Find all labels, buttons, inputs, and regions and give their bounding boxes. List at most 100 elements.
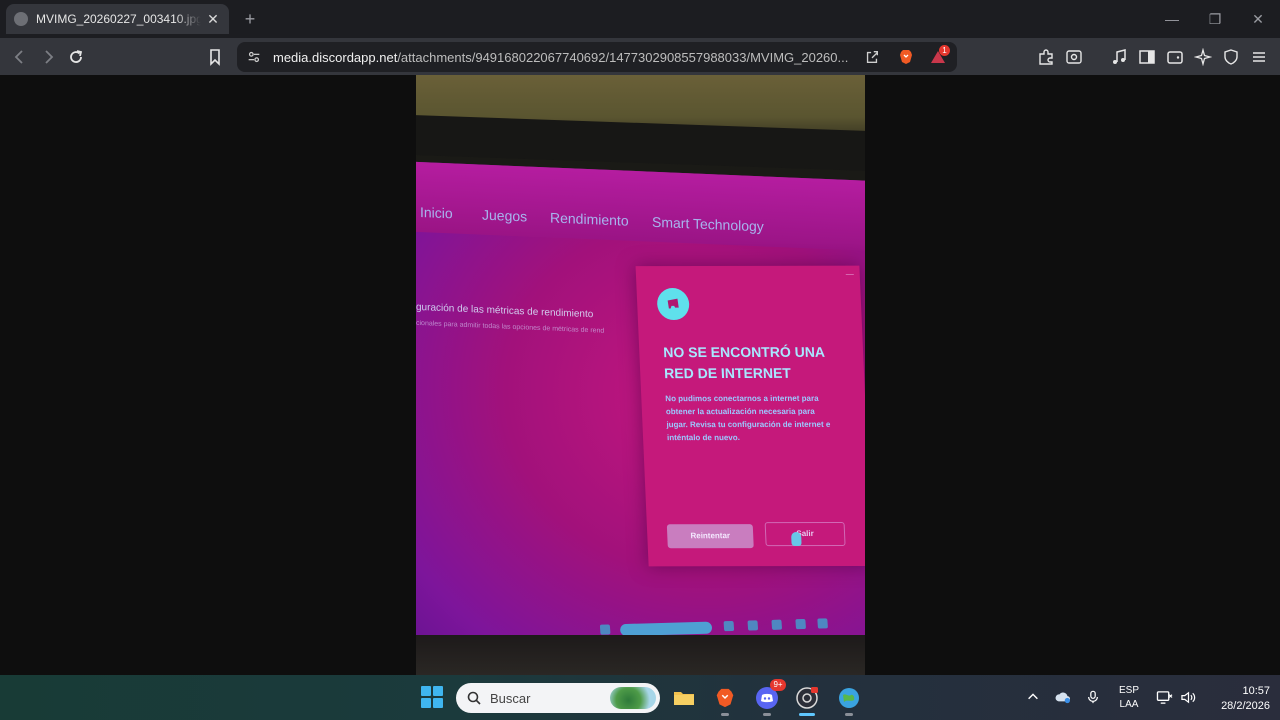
brave-lion-icon (716, 688, 734, 708)
vpn-button[interactable] (1219, 45, 1243, 69)
taskbar-discord[interactable]: 9+ (752, 679, 786, 716)
network-icon (1156, 690, 1172, 704)
tab-strip: MVIMG_20260227_003410.jpg (4 ✕ + — ❐ ✕ (0, 0, 1280, 38)
clock-time: 10:57 (1242, 685, 1270, 697)
nav-rendimiento: Rendimiento (550, 209, 629, 229)
running-indicator (763, 713, 771, 716)
nav-inicio: Inicio (420, 204, 453, 222)
keyboard-layout: LAA (1119, 699, 1139, 710)
chevron-up-icon (1028, 693, 1038, 700)
media-button[interactable] (1107, 45, 1131, 69)
windows-start-icon[interactable] (421, 686, 443, 708)
cloud-icon (1055, 692, 1070, 704)
leo-ai-button[interactable] (1191, 45, 1215, 69)
rewards-badge: 1 (939, 45, 950, 56)
search-placeholder: Buscar (490, 691, 531, 706)
reader-mode-button[interactable] (1062, 45, 1086, 69)
arrow-right-icon (45, 50, 54, 64)
search-page-icon (1066, 50, 1082, 64)
puzzle-icon (1039, 49, 1053, 65)
launcher-nav: Inicio Juegos Rendimiento Smart Technolo… (416, 161, 865, 252)
browser-toolbar: media.discordapp.net/attachments/9491680… (0, 38, 1280, 75)
sidebar-icon (1139, 50, 1155, 64)
running-indicator (721, 713, 729, 716)
microphone-icon (1088, 690, 1098, 704)
minimize-button[interactable]: — (1161, 8, 1183, 30)
network-tray-icon[interactable] (1154, 687, 1174, 707)
url-host: media.discordapp.net (273, 50, 398, 65)
search-highlight-image (610, 687, 656, 709)
show-hidden-icons-button[interactable] (1023, 687, 1043, 707)
browser-tab[interactable]: MVIMG_20260227_003410.jpg (4 ✕ (6, 4, 229, 34)
input-language[interactable]: ESP LAA (1116, 684, 1142, 712)
sidebar-button[interactable] (1135, 45, 1159, 69)
exit-button: Salir (764, 521, 846, 547)
active-indicator (799, 713, 815, 716)
new-tab-button[interactable]: + (240, 9, 260, 29)
photo-app-icon (771, 619, 783, 630)
address-bar[interactable]: media.discordapp.net/attachments/9491680… (237, 42, 957, 72)
riot-fist-icon (656, 287, 690, 321)
close-window-button[interactable]: ✕ (1247, 8, 1269, 30)
error-dialog: — NO SE ENCONTRÓ UNA RED DE INTERNET No … (635, 265, 865, 567)
bookmark-icon (210, 49, 220, 66)
taskbar-clock[interactable]: 10:57 28/2/2026 (1200, 684, 1270, 714)
running-indicator (845, 713, 853, 716)
dialog-body: No pudimos conectarnos a internet para o… (665, 393, 831, 443)
forward-button[interactable] (36, 45, 60, 69)
photo-app-icon (723, 620, 735, 632)
menu-button[interactable] (1247, 45, 1271, 69)
nav-smart-technology: Smart Technology (652, 213, 764, 235)
monitor-screen: Inicio Juegos Rendimiento Smart Technolo… (416, 161, 865, 675)
metrics-title: guración de las métricas de rendimiento (416, 301, 594, 321)
globe-icon (14, 12, 28, 26)
music-note-icon (1113, 49, 1126, 64)
nav-juegos: Juegos (482, 206, 528, 225)
bookmark-button[interactable] (203, 45, 227, 69)
wallet-button[interactable] (1163, 45, 1187, 69)
reload-button[interactable] (64, 45, 88, 69)
recording-app-icon (796, 687, 818, 709)
discord-notification-badge: 9+ (770, 679, 786, 691)
photo-start-icon (599, 624, 611, 635)
onedrive-tray-icon[interactable] (1053, 687, 1073, 707)
retry-button: Reintentar (666, 524, 754, 549)
taskbar-brave[interactable] (710, 683, 740, 716)
globe-icon (839, 688, 859, 708)
close-tab-icon[interactable]: ✕ (205, 11, 221, 27)
tab-title: MVIMG_20260227_003410.jpg (4 (36, 12, 201, 26)
reload-icon (70, 50, 83, 63)
back-button[interactable] (8, 45, 32, 69)
taskbar-app[interactable] (834, 683, 864, 716)
monitor-bottom-edge (416, 635, 865, 675)
share-icon[interactable] (863, 48, 881, 66)
brave-shields-icon[interactable] (897, 48, 915, 66)
taskbar-file-explorer[interactable] (669, 683, 699, 713)
restore-button[interactable]: ❐ (1204, 8, 1226, 30)
brave-rewards-icon[interactable]: 1 (929, 45, 950, 66)
wallet-icon (1167, 51, 1183, 64)
site-settings-icon[interactable] (245, 48, 263, 66)
taskbar-search[interactable]: Buscar (456, 683, 660, 713)
taskbar-obs[interactable] (792, 683, 822, 716)
shield-icon (1224, 49, 1238, 65)
search-icon (467, 691, 481, 705)
hamburger-icon (1253, 52, 1265, 62)
dialog-close-icon: — (845, 269, 854, 279)
photo-search-bar (619, 621, 713, 637)
sparkle-icon (1194, 48, 1212, 66)
windows-taskbar: Buscar 9+ ESP LAA 10:57 28/2/2026 (0, 675, 1280, 720)
image-viewport: Inicio Juegos Rendimiento Smart Technolo… (0, 75, 1280, 675)
url-text[interactable]: media.discordapp.net/attachments/9491680… (273, 50, 851, 65)
speaker-icon (1180, 691, 1195, 703)
language-code: ESP (1118, 685, 1139, 696)
dialog-title: NO SE ENCONTRÓ UNA RED DE INTERNET (662, 343, 825, 382)
photo-image[interactable]: Inicio Juegos Rendimiento Smart Technolo… (416, 75, 865, 675)
metrics-subtitle: cionales para admitir todas las opciones… (416, 319, 605, 335)
clock-date: 28/2/2026 (1221, 700, 1270, 712)
photo-app-icon (747, 620, 759, 631)
url-path: /attachments/949168022067740692/14773029… (397, 50, 849, 65)
extensions-button[interactable] (1034, 45, 1058, 69)
volume-tray-icon[interactable] (1178, 687, 1198, 707)
microphone-tray-icon[interactable] (1083, 687, 1103, 707)
